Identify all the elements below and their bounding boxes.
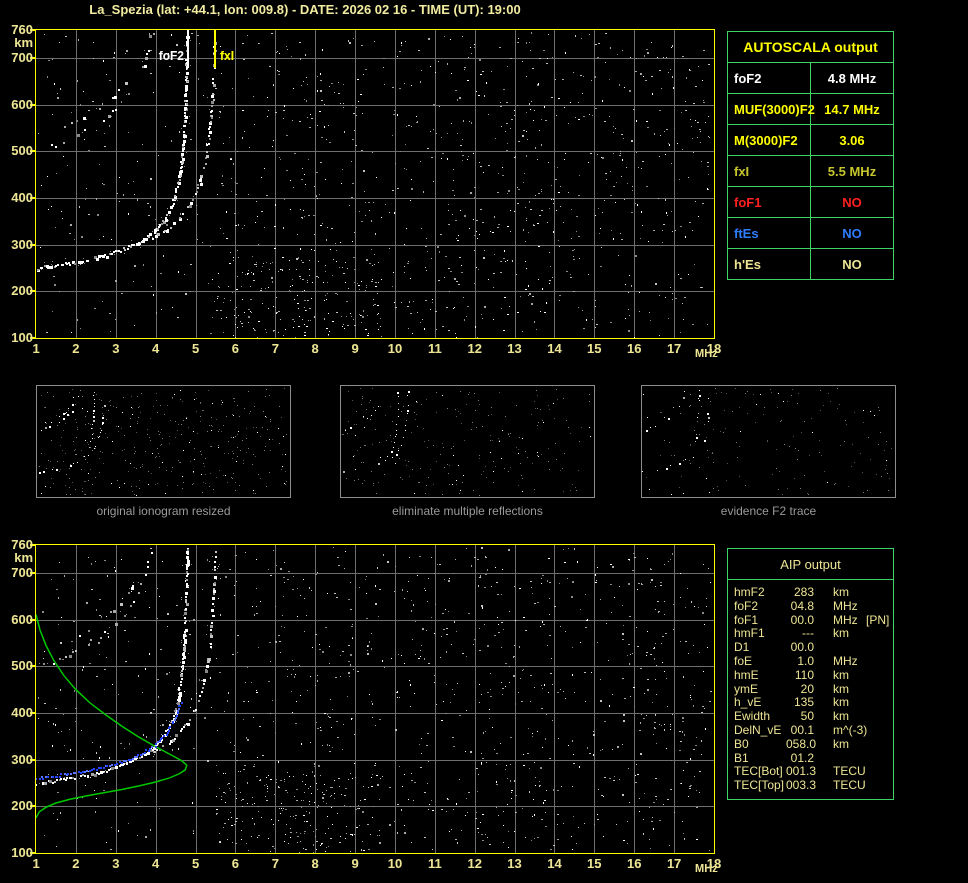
autoscala-param-value: 14.7 MHz xyxy=(824,101,880,117)
aip-name: TEC[Bot] xyxy=(734,764,783,779)
aip-value: 01.2 xyxy=(790,750,814,765)
ionogram-profile-plot xyxy=(0,535,725,883)
autoscala-row-fxi: fxI 5.5 MHz xyxy=(728,155,893,186)
aip-value: 003.3 xyxy=(786,778,817,793)
thumbnail-caption-eliminate: eliminate multiple reflections xyxy=(392,504,543,518)
autoscala-param-label: foF1 xyxy=(728,187,811,217)
aip-unit: MHz xyxy=(833,598,858,613)
autoscala-param-value: NO xyxy=(842,256,862,272)
aip-name: h_vE xyxy=(734,695,762,710)
autoscala-window: La_Spezia (lat: +44.1, lon: 009.8) - DAT… xyxy=(0,0,968,883)
aip-unit: TECU xyxy=(833,764,866,779)
aip-value: 50 xyxy=(800,709,814,724)
autoscala-param-label: foF2 xyxy=(728,63,811,93)
autoscala-row-muf3000f2: MUF(3000)F2 14.7 MHz xyxy=(728,93,893,124)
aip-unit xyxy=(833,641,866,655)
aip-name: hmF2 xyxy=(734,585,765,599)
aip-row-fof1: foF1 00.0 MHz [PN] xyxy=(734,612,893,628)
aip-name: hmF1 xyxy=(734,626,765,641)
autoscala-row-ftes: ftEs NO xyxy=(728,217,893,248)
autoscala-param-label: h'Es xyxy=(728,249,811,279)
aip-unit: m^(-3) xyxy=(833,722,868,737)
ionogram-main-plot xyxy=(0,20,725,370)
autoscala-table-rows: foF2 4.8 MHz MUF(3000)F2 14.7 MHz M(3000)F2 3… xyxy=(728,62,893,279)
aip-unit xyxy=(833,752,866,766)
autoscala-row-fof2: foF2 4.8 MHz xyxy=(728,62,893,93)
aip-unit: MHz xyxy=(833,653,858,668)
aip-unit: km xyxy=(833,681,849,696)
aip-value: --- xyxy=(802,626,814,641)
aip-name: TEC[Top] xyxy=(734,778,785,793)
aip-row-b0: B0 058.0 km xyxy=(734,736,893,752)
aip-value: 135 xyxy=(793,695,814,710)
aip-unit: TECU xyxy=(833,778,866,793)
thumbnail-caption-original: original ionogram resized xyxy=(96,504,231,518)
autoscala-param-value: 3.06 xyxy=(839,132,865,148)
autoscala-table-title: AUTOSCALA output xyxy=(743,39,878,55)
aip-row-fof2: foF2 04.8 MHz xyxy=(734,598,893,614)
aip-row-ewidth: Ewidth 50 km xyxy=(734,709,893,724)
aip-value: 00.0 xyxy=(790,612,814,627)
aip-name: D1 xyxy=(734,640,750,655)
aip-name: DelN_vE xyxy=(734,722,782,737)
thumbnail-original-ionogram xyxy=(36,385,291,498)
aip-name: foE xyxy=(734,653,753,668)
aip-unit: MHz xyxy=(833,612,858,627)
aip-value: 058.0 xyxy=(786,736,817,751)
autoscala-row-hes: h'Es NO xyxy=(728,248,893,279)
aip-value: 00.1 xyxy=(790,722,814,737)
autoscala-param-label: M(3000)F2 xyxy=(728,125,811,155)
aip-table-rows: hmF2 283 km foF2 04.8 MHz foF1 00.0 MHz [PN] hmF1 -… xyxy=(728,580,893,799)
aip-row-tecbot: TEC[Bot] 001.3 TECU xyxy=(734,765,893,779)
autoscala-output-table: AUTOSCALA output foF2 4.8 MHz MUF(3000)F2 1… xyxy=(727,31,894,280)
aip-row-hme: hmE 110 km xyxy=(734,667,893,683)
aip-row-hve: h_vE 135 km xyxy=(734,696,893,710)
aip-name: foF1 xyxy=(734,612,759,627)
autoscala-param-value: 5.5 MHz xyxy=(827,163,877,179)
autoscala-param-value: NO xyxy=(842,225,862,241)
aip-unit: km xyxy=(833,736,849,751)
aip-row-b1: B1 01.2 xyxy=(734,750,893,766)
autoscala-param-label: ftEs xyxy=(728,218,811,248)
autoscala-row-fof1: foF1 NO xyxy=(728,186,893,217)
aip-value: 283 xyxy=(793,585,814,599)
aip-value: 001.3 xyxy=(786,764,817,779)
autoscala-row-m3000f2: M(3000)F2 3.06 xyxy=(728,124,893,155)
thumbnail-evidence-f2-trace xyxy=(641,385,896,498)
aip-row-foe: foE 1.0 MHz xyxy=(734,653,893,669)
autoscala-param-value: 4.8 MHz xyxy=(827,70,877,86)
aip-row-hmf2: hmF2 283 km xyxy=(734,585,893,600)
aip-value: 20 xyxy=(800,681,814,696)
station-header: La_Spezia (lat: +44.1, lon: 009.8) - DAT… xyxy=(89,2,521,17)
aip-name: B0 xyxy=(734,736,749,751)
aip-unit: km xyxy=(833,667,849,682)
aip-value: 04.8 xyxy=(790,598,814,613)
aip-unit: km xyxy=(833,709,849,724)
aip-name: B1 xyxy=(734,750,749,765)
autoscala-param-value: NO xyxy=(842,194,862,210)
aip-table-title: AIP output xyxy=(728,549,893,580)
aip-row-delnve: DelN_vE 00.1 m^(-3) xyxy=(734,722,893,738)
aip-row-yme: ymE 20 km xyxy=(734,681,893,697)
aip-row-hmf1: hmF1 --- km xyxy=(734,627,893,641)
aip-unit: km xyxy=(833,626,849,641)
aip-name: foF2 xyxy=(734,598,759,613)
aip-unit: km xyxy=(833,585,849,599)
aip-value: 110 xyxy=(794,667,814,682)
aip-value: 1.0 xyxy=(797,653,814,668)
aip-name: Ewidth xyxy=(734,709,771,724)
aip-name: ymE xyxy=(734,681,758,696)
autoscala-param-label: MUF(3000)F2 xyxy=(728,94,815,124)
aip-value: 00.0 xyxy=(790,640,814,655)
aip-output-table: AIP output hmF2 283 km foF2 04.8 MHz foF1 00.0 M… xyxy=(727,548,894,800)
thumbnail-eliminate-reflections xyxy=(340,385,595,498)
aip-row-d1: D1 00.0 xyxy=(734,640,893,655)
thumbnail-caption-evidence: evidence F2 trace xyxy=(720,504,817,518)
aip-note: [PN] xyxy=(866,612,890,627)
aip-row-tectop: TEC[Top] 003.3 TECU xyxy=(734,778,893,793)
aip-name: hmE xyxy=(734,667,759,682)
autoscala-param-label: fxI xyxy=(728,156,811,186)
aip-unit: km xyxy=(833,695,849,710)
